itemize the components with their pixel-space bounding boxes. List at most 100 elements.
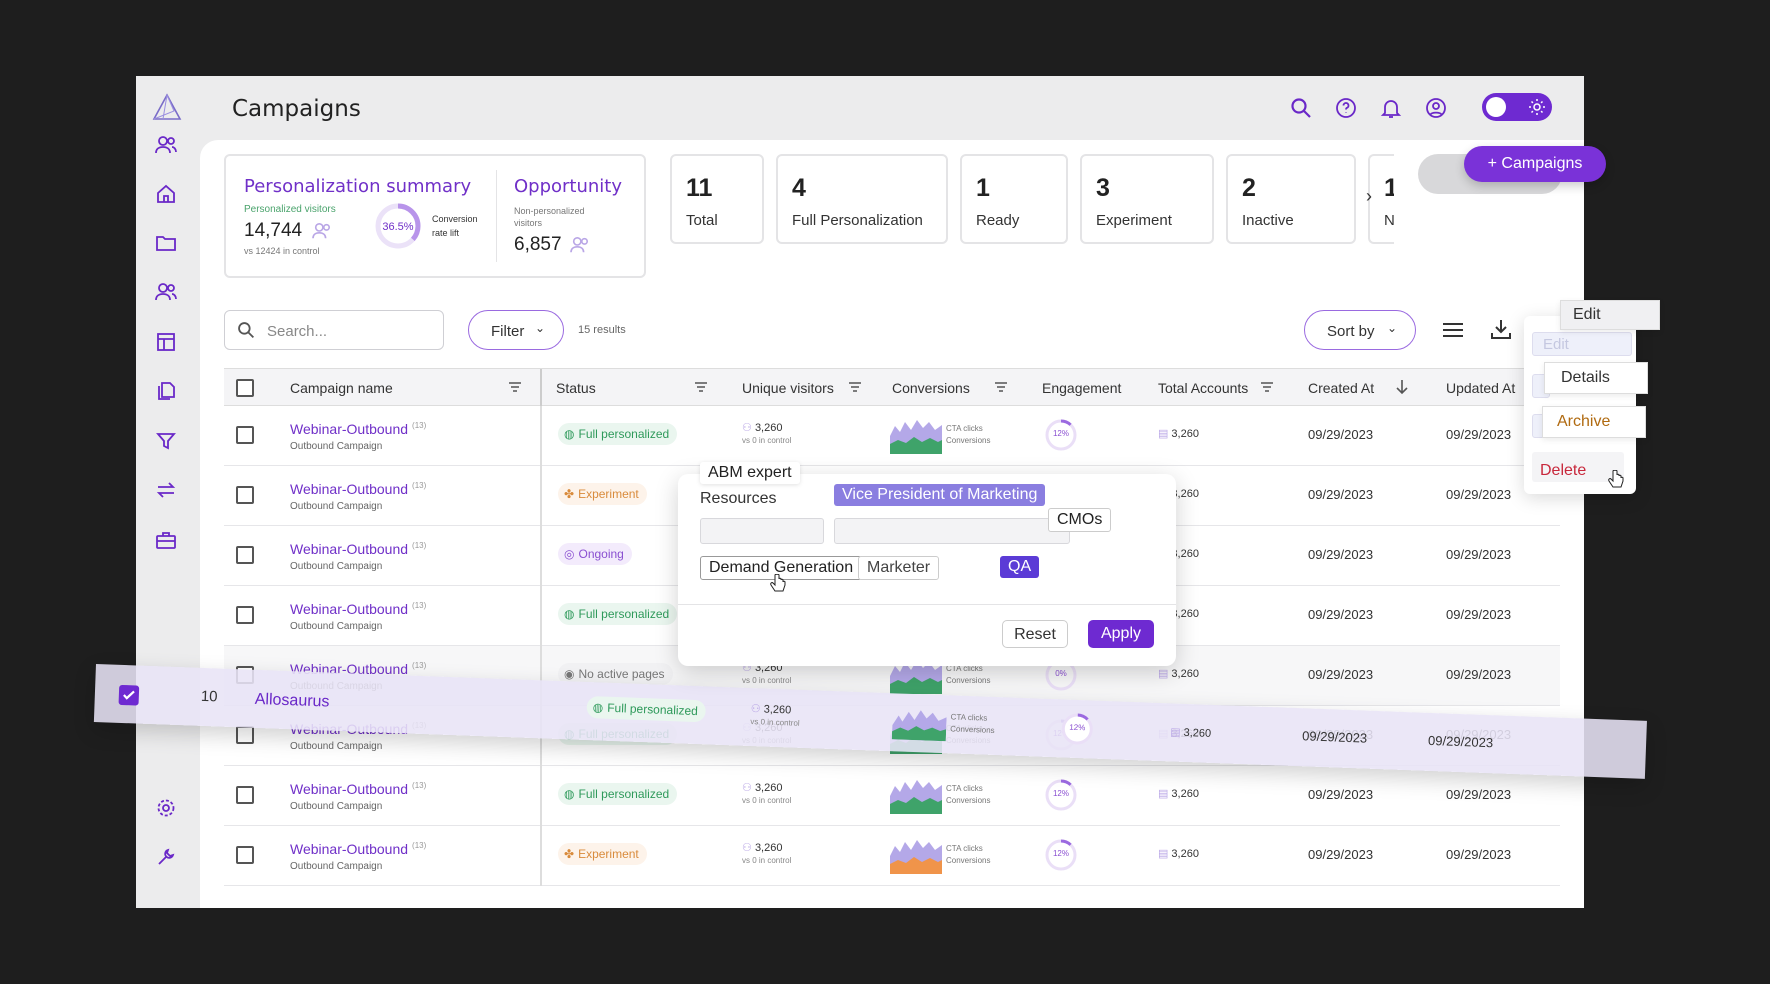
col-campaign-name[interactable]: Campaign name	[290, 380, 393, 396]
col-engagement[interactable]: Engagement	[1042, 380, 1121, 396]
spark-label-conversions: Conversions	[946, 676, 991, 685]
campaign-name-link[interactable]: Webinar-Outbound(13)	[290, 421, 426, 437]
row-checkbox[interactable]	[236, 546, 254, 564]
filter-icon[interactable]	[1260, 381, 1274, 393]
visitors-icon: ⚇	[742, 842, 752, 854]
menu-archive[interactable]: Archive	[1542, 406, 1646, 438]
col-updated-at[interactable]: Updated At	[1446, 380, 1515, 396]
accounts-value: 3,260	[1171, 847, 1199, 860]
accounts-value: 3,260	[1171, 667, 1199, 680]
spark-labels: CTA clicks Conversions	[946, 843, 990, 867]
theme-toggle[interactable]	[1482, 93, 1552, 121]
tools-icon[interactable]	[151, 842, 181, 872]
table-row[interactable]: Webinar-Outbound(13) Outbound Campaign ◍Fu…	[224, 766, 1560, 826]
column-divider[interactable]	[540, 369, 542, 407]
stat-full-personalization[interactable]: 4 Full Personalization	[776, 154, 948, 244]
download-icon[interactable]	[1490, 318, 1512, 340]
updated-date: 09/29/2023	[1446, 427, 1512, 442]
home-icon[interactable]	[151, 179, 181, 209]
updated-date: 09/29/2023	[1446, 607, 1512, 622]
created-date: 09/29/2023	[1308, 607, 1374, 622]
status-badge: ✤ Experiment	[558, 483, 647, 505]
users-icon[interactable]	[151, 130, 181, 160]
accounts-icon[interactable]	[151, 277, 181, 307]
chip-qa[interactable]: QA	[1000, 556, 1040, 578]
table-row[interactable]: Webinar-Outbound (13) Outbound Campaign ✤ Ex…	[224, 826, 1560, 886]
row-checkbox[interactable]	[236, 606, 254, 624]
updated-date: 09/29/2023	[1446, 667, 1512, 682]
chip-marketer[interactable]: Marketer	[858, 556, 940, 580]
search-input[interactable]: Search...	[224, 310, 444, 350]
row-checkbox[interactable]	[236, 726, 254, 744]
filter-icon[interactable]	[694, 381, 708, 393]
uv-value: 3,260	[763, 703, 792, 717]
select-all-checkbox[interactable]	[236, 379, 254, 397]
stat-inactive[interactable]: 2 Inactive	[1226, 154, 1356, 244]
campaign-name-link[interactable]: Webinar-Outbound(13)	[290, 841, 426, 857]
menu-edit[interactable]: Edit	[1560, 300, 1660, 330]
stat-total[interactable]: 11 Total	[670, 154, 764, 244]
created-date: 09/29/2023	[1308, 667, 1374, 682]
stat-experiment[interactable]: 3 Experiment	[1080, 154, 1214, 244]
layout-icon[interactable]	[151, 327, 181, 357]
arrow-down-icon[interactable]	[1396, 379, 1408, 395]
add-campaign-button[interactable]: + Campaigns	[1464, 146, 1606, 182]
search-icon[interactable]	[1286, 93, 1316, 123]
uv-value: 3,260	[754, 782, 783, 794]
transfer-icon[interactable]	[151, 475, 181, 505]
column-divider	[540, 586, 542, 646]
resource-input[interactable]	[700, 518, 824, 544]
col-unique-visitors[interactable]: Unique visitors	[742, 380, 834, 396]
filter-icon[interactable]	[994, 381, 1008, 393]
stat-number: 1	[976, 174, 990, 202]
bell-icon[interactable]	[1376, 93, 1406, 123]
sort-button[interactable]: Sort by ⌄	[1304, 310, 1416, 350]
accounts-value: 3,260	[1183, 726, 1212, 740]
pages-icon[interactable]	[151, 376, 181, 406]
stat-ready[interactable]: 1 Ready	[960, 154, 1068, 244]
checked-checkbox[interactable]	[118, 684, 140, 706]
conversion-label-2: rate lift	[432, 228, 460, 238]
briefcase-icon[interactable]	[151, 525, 181, 555]
col-created-at[interactable]: Created At	[1308, 380, 1374, 396]
campaign-name-link[interactable]: Webinar-Outbound(13)	[290, 781, 426, 797]
campaign-count: (13)	[412, 661, 427, 671]
help-icon[interactable]	[1331, 93, 1361, 123]
campaign-name-link[interactable]: Webinar-Outbound(13)	[290, 481, 426, 497]
list-view-icon[interactable]	[1442, 320, 1464, 340]
menu-details[interactable]: Details	[1544, 362, 1648, 394]
updated-date: 09/29/2023	[1427, 732, 1494, 751]
campaign-count: (13)	[412, 421, 427, 431]
chip-cmos[interactable]: CMOs	[1048, 508, 1112, 532]
filter-icon[interactable]	[848, 381, 862, 393]
reset-button[interactable]: Reset	[1002, 620, 1068, 648]
created-date: 09/29/2023	[1301, 728, 1368, 746]
row-checkbox[interactable]	[236, 486, 254, 504]
unique-visitors: ⚇ 3,260 vs 0 in control	[742, 421, 791, 445]
filter-icon[interactable]	[151, 426, 181, 456]
chip-abm-expert[interactable]: ABM expert	[700, 462, 800, 484]
chevron-right-icon[interactable]: ›	[1366, 186, 1372, 207]
table-row[interactable]: Webinar-Outbound(13) Outbound Campaign ◍Fu…	[224, 406, 1560, 466]
settings-icon[interactable]	[151, 793, 181, 823]
campaign-name-link[interactable]: Webinar-Outbound(13)	[290, 601, 426, 617]
account-icon[interactable]	[1421, 93, 1451, 123]
row-checkbox[interactable]	[236, 426, 254, 444]
col-status[interactable]: Status	[556, 380, 596, 396]
row-checkbox[interactable]	[236, 786, 254, 804]
edit-item-placeholder[interactable]: Edit	[1532, 332, 1632, 356]
campaign-name-link[interactable]: Webinar-Outbound(13)	[290, 541, 426, 557]
folder-icon[interactable]	[151, 228, 181, 258]
filter-icon[interactable]	[508, 381, 522, 393]
status-text: Experiment	[578, 487, 639, 501]
role-input[interactable]	[834, 518, 1070, 544]
total-accounts: ▤3,260	[1158, 667, 1199, 681]
row-checkbox[interactable]	[236, 846, 254, 864]
col-total-accounts[interactable]: Total Accounts	[1158, 380, 1248, 396]
col-conversions[interactable]: Conversions	[892, 380, 970, 396]
apply-button[interactable]: Apply	[1088, 620, 1154, 648]
chip-vp-marketing[interactable]: Vice President of Marketing	[834, 484, 1046, 506]
status-icon: ◍	[564, 787, 575, 801]
sort-label: Sort by	[1327, 323, 1375, 340]
filter-button[interactable]: Filter ⌄	[468, 310, 564, 350]
